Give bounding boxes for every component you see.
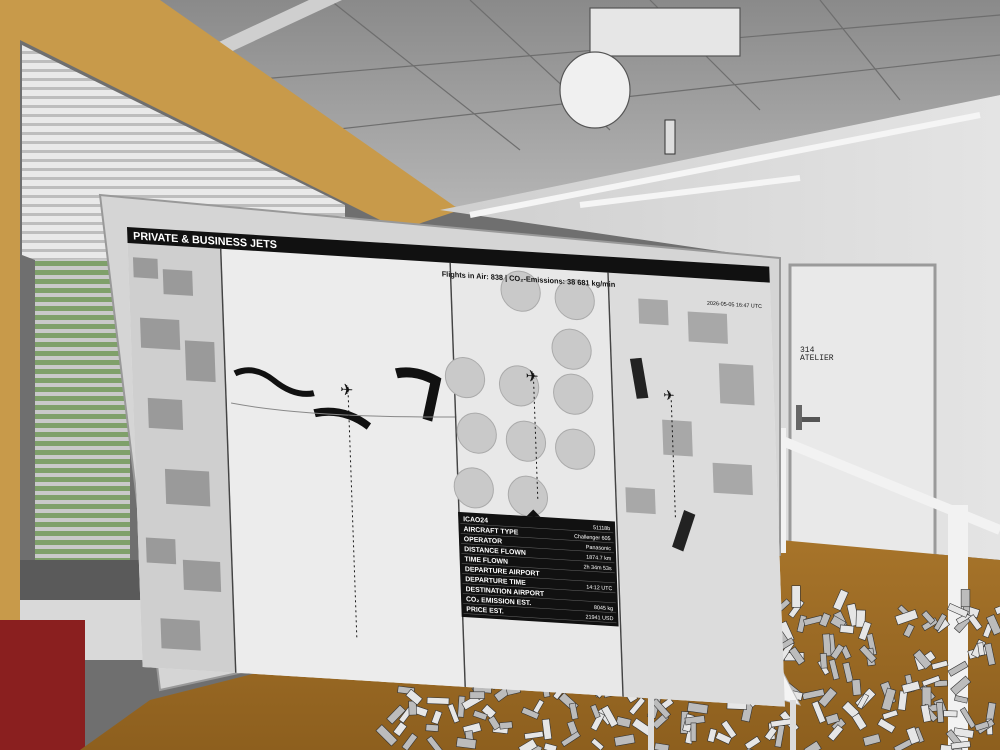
airplane-icon: ✈ [340,382,354,400]
banknote [425,723,439,732]
map-panel-4: ✈ [608,272,785,707]
hanging-banknote [664,119,676,155]
map-panel-2: ✈ [221,248,466,687]
banknote [426,697,450,705]
aircraft-info-panel: ICAO2451118bAIRCRAFT TYPEChallenger 605O… [458,509,619,627]
banknote [791,585,801,608]
banknote [822,633,832,657]
ventilation-duct [589,7,741,57]
atelier-door[interactable] [788,263,937,562]
airplane-icon: ✈ [525,368,539,386]
info-value: 8045 kg [594,605,613,612]
banknote [819,652,828,669]
banknote [936,701,945,723]
door-label: ATELIER [800,354,834,363]
banknote [960,589,971,608]
banknote [943,710,958,718]
banknote [469,691,485,699]
banknote [851,679,862,696]
red-cabinet [0,620,85,750]
banknote [690,722,697,742]
banknote [455,737,477,750]
banknote [921,686,932,707]
map-panel-3: ✈ [444,262,624,697]
map-panel-1 [127,243,236,673]
gallery-scene: 314 ATELIER ✈ ✈ ✈ PRIVATE & BUSINESS JET… [0,0,1000,750]
banknote [499,721,513,730]
airplane-icon: ✈ [663,387,675,404]
map-display: ✈ ✈ ✈ PRIVATE & BUSINESS JETS Flights in… [127,227,785,707]
info-value: 51118b [593,525,610,532]
banknote [839,624,855,634]
